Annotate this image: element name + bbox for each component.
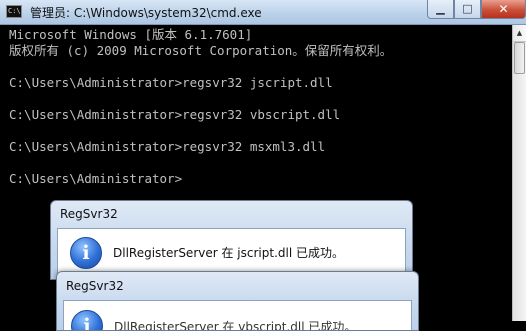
scroll-up-arrow-icon[interactable]: ▲ [513,25,526,42]
close-icon: ✕ [498,2,509,16]
console-line: C:\Users\Administrator>regsvr32 msxml3.d… [9,139,326,154]
regsvr32-dialog-jscript[interactable]: RegSvr32 i DllRegisterServer 在 jscript.d… [50,200,413,280]
close-button[interactable]: ✕ [481,0,526,19]
vertical-scrollbar[interactable]: ▲ [512,25,526,321]
minimize-icon: ▁ [436,2,445,15]
minimize-button[interactable]: ▁ [427,0,454,19]
regsvr32-dialog-vbscript[interactable]: RegSvr32 i DllRegisterServer 在 vbscript.… [56,271,419,331]
title-bar[interactable]: C:\ 管理员: C:\Windows\system32\cmd.exe ▁ □… [0,0,526,25]
maximize-icon: □ [462,2,473,15]
console-line: 版权所有 (c) 2009 Microsoft Corporation。保留所有… [9,43,393,58]
console-prompt: C:\Users\Administrator> [9,171,183,186]
dialog-title: RegSvr32 [60,207,118,221]
window-title: 管理员: C:\Windows\system32\cmd.exe [30,6,262,20]
dialog-title: RegSvr32 [66,279,124,293]
maximize-button[interactable]: □ [454,0,481,19]
dialog-message: DllRegisterServer 在 vbscript.dll 已成功。 [114,320,357,331]
dialog-message: DllRegisterServer 在 jscript.dll 已成功。 [113,246,344,260]
info-icon: i [70,237,102,269]
scrollbar-thumb[interactable] [514,42,525,74]
console-line: C:\Users\Administrator>regsvr32 jscript.… [9,75,333,90]
console-line: C:\Users\Administrator>regsvr32 vbscript… [9,107,341,122]
dialog-body: i DllRegisterServer 在 vbscript.dll 已成功。 [63,300,412,330]
console-line: Microsoft Windows [版本 6.1.7601] [9,27,253,42]
console-app-icon[interactable]: C:\ [6,5,22,18]
